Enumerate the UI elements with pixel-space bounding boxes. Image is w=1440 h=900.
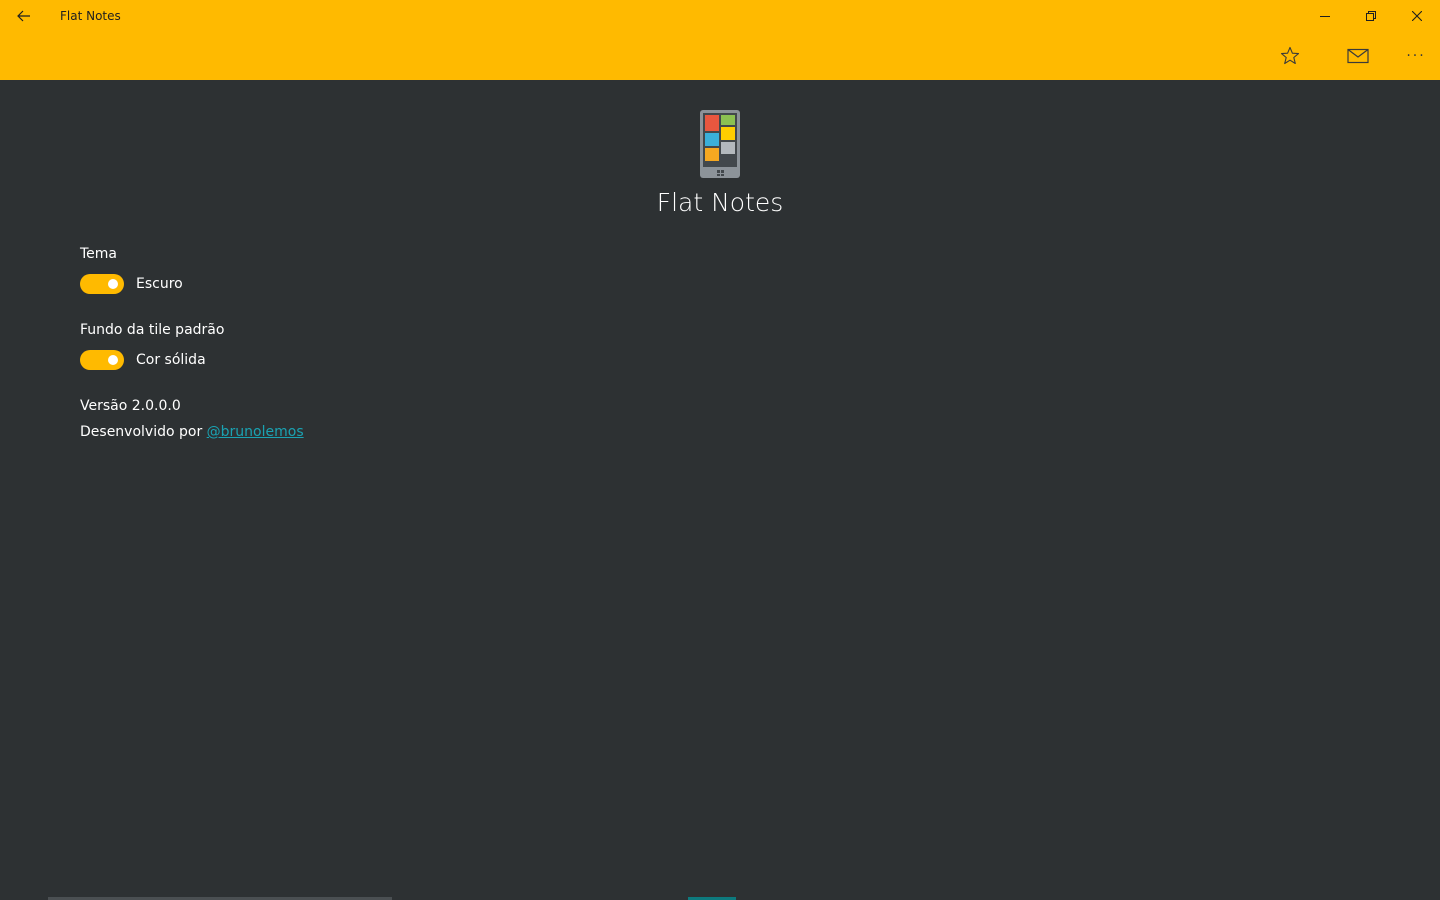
title-bar: Flat Notes ··· [0,0,1440,80]
tile-background-toggle-text: Cor sólida [136,352,206,368]
restore-icon [1366,11,1376,21]
developer-line: Desenvolvido por @brunolemos [80,422,304,442]
version-text: Versão 2.0.0.0 [80,398,181,414]
tile-background-label: Fundo da tile padrão [80,322,225,338]
window-title: Flat Notes [60,9,121,23]
toggle-knob [108,355,118,365]
back-button[interactable] [0,0,48,32]
tile-background-toggle[interactable] [80,350,124,370]
star-icon [1280,46,1300,65]
minimize-icon [1320,16,1330,17]
close-button[interactable] [1394,0,1440,32]
restore-button[interactable] [1348,0,1394,32]
app-name-heading: Flat Notes [656,188,784,217]
theme-toggle[interactable] [80,274,124,294]
mail-button[interactable] [1338,40,1378,72]
mail-icon [1347,48,1369,64]
developed-by-text: Desenvolvido por [80,424,207,440]
app-logo [700,110,740,178]
favorite-button[interactable] [1270,40,1310,72]
minimize-button[interactable] [1302,0,1348,32]
close-icon [1412,11,1422,21]
theme-toggle-text: Escuro [136,276,183,292]
developer-link[interactable]: @brunolemos [207,424,304,440]
more-button[interactable]: ··· [1396,40,1436,72]
back-arrow-icon [17,10,30,22]
more-icon: ··· [1406,48,1426,64]
toggle-knob [108,279,118,289]
theme-label: Tema [80,246,118,262]
